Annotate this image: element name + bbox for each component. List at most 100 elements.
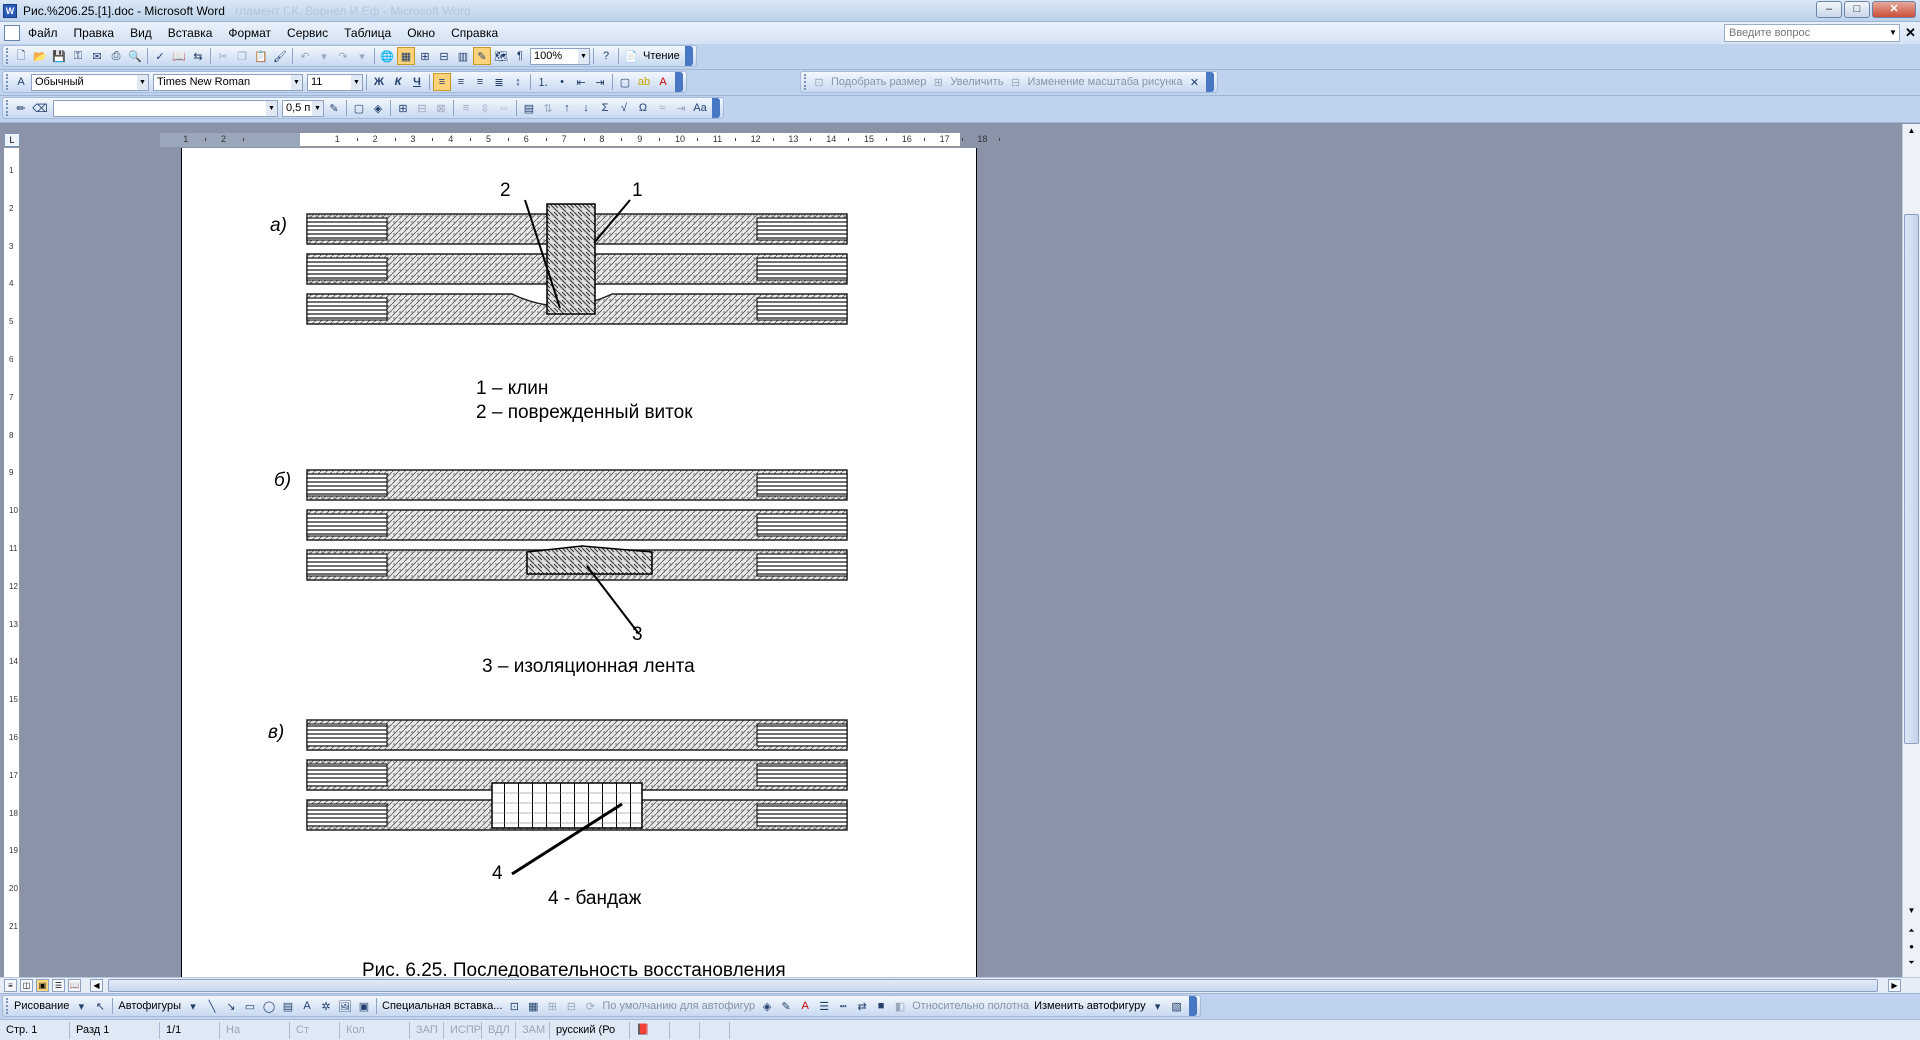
distribute-icon[interactable]: ⊟ (562, 997, 580, 1015)
web-view-icon[interactable]: ◫ (20, 979, 33, 992)
status-rec[interactable]: ЗАП (410, 1021, 444, 1039)
decrease-indent-icon[interactable]: ⇤ (572, 73, 590, 91)
document-map-icon[interactable]: 🗺 (492, 47, 510, 65)
eraser-icon[interactable]: ⌫ (31, 99, 49, 117)
tables-borders-icon[interactable]: ▦ (397, 47, 415, 65)
arrow-icon[interactable]: ↘ (222, 997, 240, 1015)
translate-icon[interactable]: ⇆ (189, 47, 207, 65)
sort-descending-icon[interactable]: ↓ (577, 99, 595, 117)
permission-icon[interactable]: ⚿ (69, 47, 87, 65)
split-cells-icon[interactable]: ⊠ (432, 99, 450, 117)
draw-table-icon[interactable]: ✏ (12, 99, 30, 117)
minimize-button[interactable]: – (1816, 1, 1842, 18)
menu-view[interactable]: Вид (122, 26, 160, 40)
chevron-down-icon[interactable]: ▾ (72, 997, 90, 1015)
status-language[interactable]: русский (Ро (550, 1021, 630, 1039)
zoom-in-icon[interactable]: ⊞ (929, 73, 947, 91)
toolbar-grip[interactable] (6, 100, 9, 116)
autoformat-icon[interactable]: ▤ (520, 99, 538, 117)
shadow-icon[interactable]: ■ (872, 997, 890, 1015)
toolbar-grip[interactable] (6, 74, 9, 90)
reading-button[interactable]: Чтение (641, 50, 682, 62)
copy-icon[interactable]: ❐ (233, 47, 251, 65)
ink-icon[interactable]: ≈ (653, 99, 671, 117)
styles-pane-icon[interactable]: A (12, 73, 30, 91)
help-icon[interactable]: ? (597, 47, 615, 65)
change-autoshape-button[interactable]: Изменить автофигуру (1032, 1000, 1148, 1012)
oval-icon[interactable]: ◯ (260, 997, 278, 1015)
next-page-icon[interactable]: ⏷ (1903, 956, 1920, 970)
menu-window[interactable]: Окно (399, 26, 443, 40)
crop-icon[interactable]: ⊡ (505, 997, 523, 1015)
toolbar-grip[interactable] (6, 998, 9, 1014)
chevron-down-icon[interactable]: ▼ (266, 100, 277, 116)
chevron-down-icon[interactable]: ▾ (1149, 997, 1167, 1015)
previous-page-icon[interactable]: ⏶ (1903, 924, 1920, 938)
canvas-icon[interactable]: ▧ (1168, 997, 1186, 1015)
paste-icon[interactable]: 📋 (252, 47, 270, 65)
menu-table[interactable]: Таблица (336, 26, 399, 40)
scale-button[interactable]: Изменение масштаба рисунка (1025, 76, 1184, 88)
menu-edit[interactable]: Правка (66, 26, 123, 40)
help-search-input[interactable]: Введите вопрос ▼ (1724, 24, 1900, 42)
zoom-in-button[interactable]: Увеличить (948, 76, 1005, 88)
font-size-select[interactable]: 11 ▼ (307, 73, 363, 91)
reading-icon[interactable]: 📄 (622, 47, 640, 65)
merge-cells-icon[interactable]: ⊟ (413, 99, 431, 117)
toolbar-options-icon[interactable] (675, 72, 683, 92)
borders-icon[interactable]: ▢ (616, 73, 634, 91)
font-select[interactable]: Times New Roman ▼ (153, 73, 303, 91)
show-hide-pilcrow-icon[interactable]: ¶ (511, 47, 529, 65)
menu-insert[interactable]: Вставка (160, 26, 221, 40)
menu-file[interactable]: Файл (20, 26, 66, 40)
vertical-scroll-thumb[interactable] (1904, 214, 1919, 744)
drawing-icon[interactable]: ✎ (473, 47, 491, 65)
paste-special-button[interactable]: Специальная вставка... (380, 1000, 504, 1012)
horizontal-ruler[interactable]: 2 1 1 2 3 4 5 6 7 8 9 10 11 12 13 14 15 16 17 18 (160, 133, 1001, 147)
align-cell-icon[interactable]: ≡ (457, 99, 475, 117)
chevron-down-icon[interactable]: ▼ (137, 74, 148, 90)
symbol-omega-icon[interactable]: Ω (634, 99, 652, 117)
insert-excel-icon[interactable]: ⊟ (435, 47, 453, 65)
outline-view-icon[interactable]: ☰ (52, 979, 65, 992)
open-folder-icon[interactable]: 📂 (31, 47, 49, 65)
zoom-select[interactable]: 100% ▼ (530, 47, 590, 65)
chevron-down-icon[interactable]: ▼ (578, 48, 589, 64)
align-center-icon[interactable]: ≡ (452, 73, 470, 91)
select-objects-icon[interactable]: ↖ (91, 997, 109, 1015)
rectangle-icon[interactable]: ▭ (241, 997, 259, 1015)
text-direction-icon[interactable]: ⇅ (539, 99, 557, 117)
fill-color-icon[interactable]: ◈ (758, 997, 776, 1015)
cut-icon[interactable]: ✂ (214, 47, 232, 65)
align-icon[interactable]: ⊞ (543, 997, 561, 1015)
status-overtype[interactable]: ЗАМ (516, 1021, 550, 1039)
drawing-menu-button[interactable]: Рисование (12, 1000, 71, 1012)
diagram-icon[interactable]: ✲ (317, 997, 335, 1015)
line-spacing-icon[interactable]: ↕ (509, 73, 527, 91)
bold-button[interactable]: Ж (370, 73, 388, 91)
outside-border-icon[interactable]: ▢ (350, 99, 368, 117)
save-icon[interactable]: 💾 (50, 47, 68, 65)
line-weight-select[interactable]: 0,5 п ▼ (282, 99, 324, 117)
horizontal-scroll-thumb[interactable] (108, 979, 1878, 992)
chevron-down-icon[interactable]: ▼ (291, 74, 302, 90)
chevron-down-icon[interactable]: ▼ (351, 74, 362, 90)
increase-indent-icon[interactable]: ⇥ (591, 73, 609, 91)
spelling-status-icon[interactable]: 📕 (630, 1021, 670, 1039)
relative-canvas-button[interactable]: Относительно полотна (910, 1000, 1031, 1012)
chevron-down-icon[interactable]: ▾ (184, 997, 202, 1015)
fit-icon[interactable]: ⊡ (810, 73, 828, 91)
columns-icon[interactable]: ▥ (454, 47, 472, 65)
shading-icon[interactable]: ◈ (369, 99, 387, 117)
arrow-style-icon[interactable]: ⇄ (853, 997, 871, 1015)
toolbar-options-icon[interactable] (1206, 72, 1215, 92)
font-color-icon[interactable]: A (654, 73, 672, 91)
line-color-icon[interactable]: ✎ (777, 997, 795, 1015)
underline-button[interactable]: Ч (408, 73, 426, 91)
dash-style-icon[interactable]: ┅ (834, 997, 852, 1015)
chevron-down-icon[interactable]: ▾ (353, 47, 371, 65)
scroll-up-icon[interactable]: ▲ (1903, 124, 1920, 138)
align-left-icon[interactable]: ≡ (433, 73, 451, 91)
menu-help[interactable]: Справка (443, 26, 506, 40)
document-page[interactable]: а) 2 1 1 – клин 2 – поврежденный виток б… (181, 148, 977, 981)
